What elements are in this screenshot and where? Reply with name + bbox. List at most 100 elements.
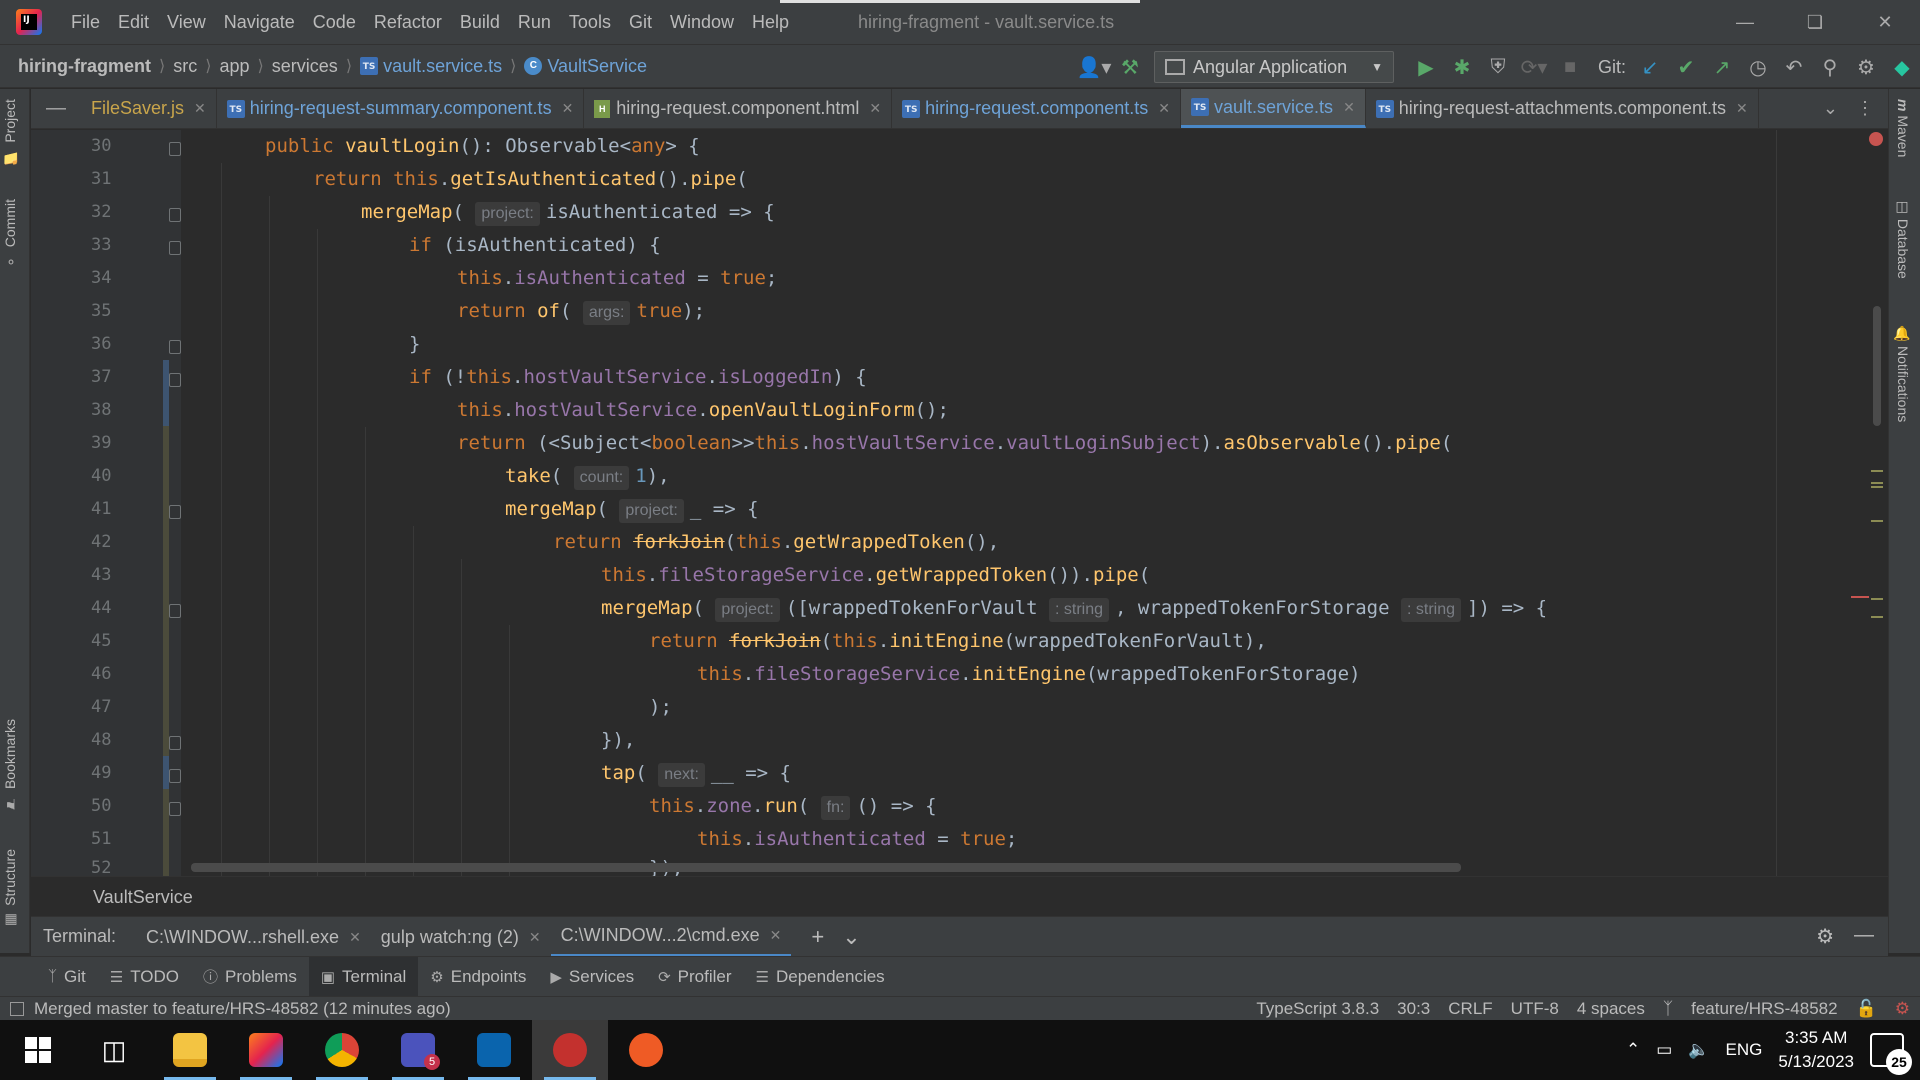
battery-icon[interactable]: ▭ <box>1656 1040 1672 1060</box>
close-icon[interactable]: ✕ <box>562 100 574 117</box>
tool-window-problems[interactable]: ⓘ Problems <box>191 957 309 997</box>
coverage-icon[interactable]: ⛨ <box>1480 49 1516 85</box>
user-icon[interactable]: 👤▾ <box>1076 49 1112 85</box>
tab-hiring-request-html[interactable]: H hiring-request.component.html ✕ <box>584 89 893 128</box>
status-message[interactable]: Merged master to feature/HRS-48582 (12 m… <box>10 999 451 1019</box>
close-icon[interactable]: ✕ <box>1158 100 1170 117</box>
search-icon[interactable]: ⚲ <box>1812 49 1848 85</box>
menu-build[interactable]: Build <box>451 0 509 44</box>
jetbrains-toolbox-icon[interactable]: ◆ <box>1884 49 1920 85</box>
menu-file[interactable]: File <box>62 0 109 44</box>
database-tool-tab[interactable]: ◫ Database <box>1895 199 1911 279</box>
start-button[interactable] <box>0 1020 76 1080</box>
error-report-icon[interactable]: ⚙ <box>1895 999 1910 1019</box>
terminal-tab-cmd[interactable]: C:\WINDOW...2\cmd.exe ✕ <box>550 917 792 957</box>
breadcrumb-class[interactable]: C VaultService <box>524 56 647 77</box>
run-icon[interactable]: ▶ <box>1408 49 1444 85</box>
structure-tool-tab[interactable]: ▦ Structure <box>2 849 18 928</box>
taskbar-intellij[interactable] <box>228 1020 304 1080</box>
git-commit-icon[interactable]: ✔ <box>1668 49 1704 85</box>
fold-marker-icon[interactable] <box>169 241 181 255</box>
fold-marker-icon[interactable] <box>169 769 181 783</box>
vertical-scrollbar[interactable] <box>1873 306 1881 426</box>
tool-window-services[interactable]: ▶ Services <box>538 957 646 997</box>
menu-run[interactable]: Run <box>509 0 560 44</box>
status-caret-position[interactable]: 30:3 <box>1397 999 1430 1019</box>
status-line-ending[interactable]: CRLF <box>1448 999 1492 1019</box>
tab-hiring-request-summary[interactable]: TS hiring-request-summary.component.ts ✕ <box>217 89 585 128</box>
menu-git[interactable]: Git <box>620 0 661 44</box>
status-indent[interactable]: 4 spaces <box>1577 999 1645 1019</box>
close-icon[interactable]: ✕ <box>869 100 881 117</box>
minimize-button[interactable]: — <box>1710 0 1780 44</box>
stop-icon[interactable]: ■ <box>1552 49 1588 85</box>
language-indicator[interactable]: ENG <box>1726 1040 1763 1060</box>
close-icon[interactable]: ✕ <box>349 917 361 957</box>
hide-icon[interactable]: — <box>1854 924 1874 949</box>
settings-gear-icon[interactable]: ⚙ <box>1816 924 1834 949</box>
taskbar-outlook[interactable] <box>456 1020 532 1080</box>
tool-window-endpoints[interactable]: ⚙ Endpoints <box>418 957 538 997</box>
status-branch[interactable]: feature/HRS-48582 <box>1691 999 1837 1019</box>
collapse-icon[interactable]: — <box>31 89 81 128</box>
history-icon[interactable]: ◷ <box>1740 49 1776 85</box>
warning-stripe[interactable] <box>1871 598 1883 600</box>
git-update-icon[interactable]: ↙ <box>1632 49 1668 85</box>
menu-window[interactable]: Window <box>661 0 743 44</box>
editor-breadcrumb[interactable]: VaultService <box>31 876 1888 916</box>
error-stripe[interactable] <box>1851 596 1869 598</box>
warning-stripe[interactable] <box>1871 470 1883 472</box>
horizontal-scrollbar[interactable] <box>191 863 1461 872</box>
plus-icon[interactable]: + <box>811 924 824 950</box>
code-editor[interactable]: 30 31 32 33 34 35 36 37 38 39 40 41 42 4… <box>31 130 1888 876</box>
code-area[interactable]: public vaultLogin(): Observable<any> { r… <box>181 130 1888 876</box>
tool-window-dependencies[interactable]: ☰ Dependencies <box>744 957 897 997</box>
tool-window-profiler[interactable]: ⟳ Profiler <box>646 957 743 997</box>
taskbar-chrome[interactable] <box>304 1020 380 1080</box>
lock-icon[interactable]: 🔓 <box>1856 999 1877 1019</box>
tab-hiring-request-ts[interactable]: TS hiring-request.component.ts ✕ <box>892 89 1182 128</box>
notification-center-icon[interactable]: 25 <box>1870 1033 1912 1075</box>
breadcrumb-services[interactable]: services <box>272 56 338 77</box>
fold-marker-icon[interactable] <box>169 802 181 816</box>
menu-tools[interactable]: Tools <box>560 0 620 44</box>
more-vertical-icon[interactable]: ⋮ <box>1856 98 1874 119</box>
profile-icon[interactable]: ⟳▾ <box>1516 49 1552 85</box>
close-icon[interactable]: ✕ <box>194 100 206 117</box>
menu-refactor[interactable]: Refactor <box>365 0 451 44</box>
fold-marker-icon[interactable] <box>169 340 181 354</box>
fold-marker-icon[interactable] <box>169 373 181 387</box>
menu-navigate[interactable]: Navigate <box>215 0 304 44</box>
terminal-tab-powershell[interactable]: C:\WINDOW...rshell.exe ✕ <box>136 917 371 957</box>
breadcrumb-file[interactable]: TS vault.service.ts <box>360 56 502 77</box>
breadcrumb-src[interactable]: src <box>173 56 197 77</box>
chevron-down-icon[interactable]: ⌄ <box>842 924 860 950</box>
close-icon[interactable]: ✕ <box>1736 100 1748 117</box>
project-tool-tab[interactable]: 📁 Project <box>2 99 18 166</box>
menu-edit[interactable]: Edit <box>109 0 158 44</box>
settings-gear-icon[interactable]: ⚙ <box>1848 49 1884 85</box>
tab-vault-service[interactable]: TS vault.service.ts ✕ <box>1181 89 1366 128</box>
fold-marker-icon[interactable] <box>169 142 181 156</box>
fold-marker-icon[interactable] <box>169 505 181 519</box>
volume-icon[interactable]: 🔈 <box>1688 1040 1709 1060</box>
tool-window-terminal[interactable]: ▣ Terminal <box>308 956 419 997</box>
fold-marker-icon[interactable] <box>169 208 181 222</box>
clock[interactable]: 3:35 AM 5/13/2023 <box>1778 1026 1854 1074</box>
breadcrumb-app[interactable]: app <box>220 56 250 77</box>
intellij-logo-icon[interactable]: IJ <box>16 9 42 35</box>
fold-marker-icon[interactable] <box>169 604 181 618</box>
breadcrumb-project[interactable]: hiring-fragment <box>18 56 151 77</box>
close-icon[interactable]: ✕ <box>1343 99 1355 116</box>
error-indicator-icon[interactable] <box>1869 132 1883 146</box>
taskbar-file-explorer[interactable] <box>152 1020 228 1080</box>
bookmarks-tool-tab[interactable]: ⚑ Bookmarks <box>2 719 18 811</box>
debug-icon[interactable]: ✱ <box>1444 49 1480 85</box>
maven-tool-tab[interactable]: m Maven <box>1895 99 1911 157</box>
taskbar-postman[interactable] <box>608 1020 684 1080</box>
tool-windows-toggle-icon[interactable] <box>10 1001 24 1016</box>
status-language[interactable]: TypeScript 3.8.3 <box>1256 999 1379 1019</box>
restore-button[interactable]: ❏ <box>1780 0 1850 44</box>
tool-window-todo[interactable]: ☰ TODO <box>98 957 191 997</box>
chevron-down-icon[interactable]: ⌄ <box>1823 98 1838 119</box>
